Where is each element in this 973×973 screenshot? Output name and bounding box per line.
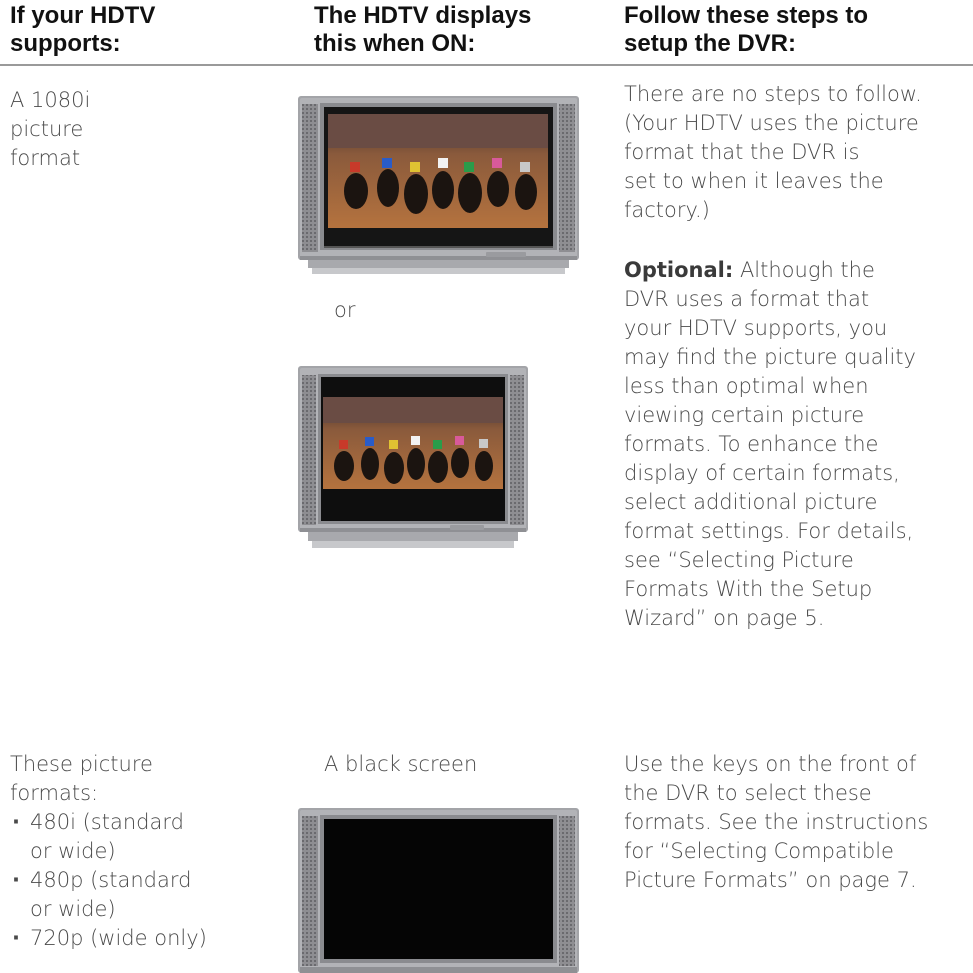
row1-optional-line: viewing certain picture (624, 403, 865, 427)
row1-supports: A 1080i picture format (10, 86, 90, 173)
row1-optional-line: display of certain formats, (624, 461, 900, 485)
row2-steps: Use the keys on the front of the DVR to … (624, 750, 928, 895)
row1-steps-line: format that the DVR is (624, 140, 860, 164)
format-list-item: 720p (wide only) (10, 924, 210, 953)
header-col1-line2: supports: (10, 30, 121, 57)
row1-steps-line: factory.) (624, 198, 710, 222)
row1-optional-line: select additional picture (624, 490, 878, 514)
row1-steps: There are no steps to follow. (Your HDTV… (624, 80, 922, 225)
row1-optional-line: see “Selecting Picture (624, 548, 854, 572)
tv-1080i-letterbox-image (298, 366, 528, 549)
row1-or-label: or (334, 298, 356, 322)
row1-supports-line: A 1080i (10, 88, 91, 112)
tv-black-screen-image (298, 808, 579, 973)
row1-optional-line: format settings. For details, (624, 519, 914, 543)
row1-optional-text: Although the (733, 258, 875, 282)
row2-steps-line: the DVR to select these (624, 781, 872, 805)
row1-steps-line: There are no steps to follow. (624, 82, 922, 106)
header-divider (0, 64, 973, 66)
row1-optional-line: your HDTV supports, you (624, 316, 888, 340)
row1-optional-note: Optional: Although the DVR uses a format… (624, 256, 916, 633)
row2-supports-line: These picture (10, 752, 153, 776)
format-list-item: 480p (standard or wide) (10, 866, 210, 924)
row1-optional-line: Wizard” on page 5. (624, 606, 825, 630)
row2-steps-line: Picture Formats” on page 7. (624, 868, 917, 892)
optional-label: Optional: (624, 258, 734, 282)
row1-optional-line: DVR uses a format that (624, 287, 870, 311)
row2-supports-line: formats: (10, 781, 99, 805)
row1-supports-line: format (10, 146, 81, 170)
row1-steps-line: (Your HDTV uses the picture (624, 111, 919, 135)
row2-steps-line: formats. See the instructions (624, 810, 929, 834)
header-col1-line1: If your HDTV (10, 2, 156, 29)
header-col3-line2: setup the DVR: (624, 30, 797, 57)
format-list: 480i (standard or wide) 480p (standard o… (10, 808, 210, 953)
row2-display: A black screen (324, 752, 478, 776)
row1-optional-line: less than optimal when (624, 374, 869, 398)
header-col2-line2: this when ON: (314, 30, 476, 57)
row2-steps-line: for “Selecting Compatible (624, 839, 894, 863)
header-col1: If your HDTV supports: (10, 2, 155, 58)
header-col3-line1: Follow these steps to (624, 2, 869, 29)
header-col2-line1: The HDTV displays (314, 2, 532, 29)
row1-supports-line: picture (10, 117, 84, 141)
row1-steps-line: set to when it leaves the (624, 169, 884, 193)
format-list-item: 480i (standard or wide) (10, 808, 210, 866)
row1-optional-line: Optional: Although the (624, 256, 916, 285)
header-col3: Follow these steps to setup the DVR: (624, 2, 868, 58)
row1-optional-line: formats. To enhance the (624, 432, 879, 456)
row2-steps-line: Use the keys on the front of (624, 752, 917, 776)
row1-optional-line: may find the picture quality (624, 345, 916, 369)
row1-optional-line: Formats With the Setup (624, 577, 873, 601)
tv-1080i-widescreen-image (298, 96, 579, 276)
header-col2: The HDTV displays this when ON: (314, 2, 531, 58)
row2-supports: These picture formats: 480i (standard or… (10, 750, 210, 953)
